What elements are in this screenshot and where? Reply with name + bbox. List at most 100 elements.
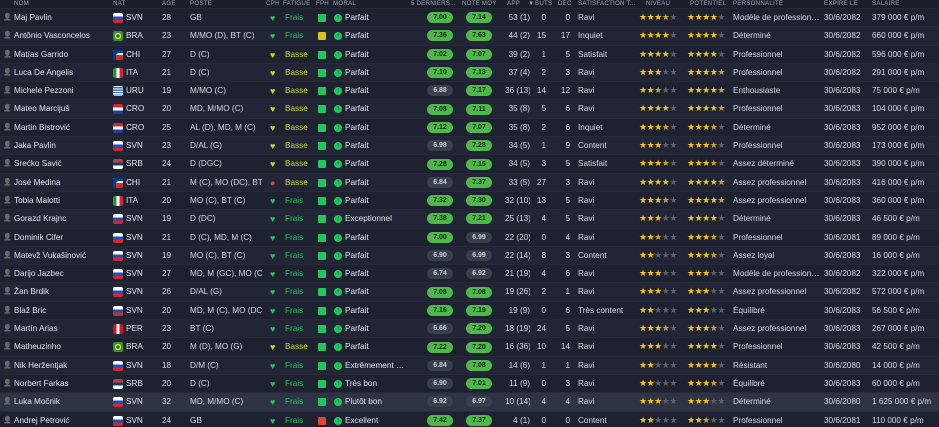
table-row[interactable]: 👤 Srećko Savić SRB 24 D (DGC) ♥ Basse ↑ Parfait 7… — [0, 154, 939, 173]
table-row[interactable]: 👤 Luka Močnik SVN 32 MD, M/MO (C) ♥ Frais ↑ Plut… — [0, 392, 939, 411]
last-5-rating: 7.16 — [427, 304, 453, 316]
age: 19 — [162, 250, 172, 260]
morale: Parfait — [345, 342, 369, 352]
match-fitness-icon — [318, 105, 326, 114]
salary: 379 000 € p/m — [872, 13, 925, 22]
header-buts[interactable]: BUTS — [535, 0, 552, 8]
player-name[interactable]: Antônio Vasconcelos — [14, 27, 109, 44]
header-moral[interactable]: MORAL — [333, 0, 356, 8]
assists: 6 — [565, 269, 570, 279]
header-nat[interactable]: NAT — [113, 0, 126, 8]
table-row[interactable]: 👤José Medina CHI 21 M (C), MO (DC), BT (C) ●… — [0, 172, 939, 191]
team-satisfaction: Ravi — [578, 214, 595, 224]
goals: 0 — [541, 415, 546, 425]
goals: 10 — [536, 342, 546, 352]
player-name[interactable]: Norbert Farkas — [14, 375, 109, 392]
morale-arrow-icon: ↑ — [334, 379, 342, 388]
player-name[interactable]: Maj Pavlin — [14, 9, 109, 26]
player-name[interactable]: Darijo Jazbec — [14, 265, 109, 282]
player-name[interactable]: Martin Bistrović — [14, 119, 109, 136]
header-notemoy[interactable]: NOTE MOY — [462, 0, 497, 8]
goals: 13 — [536, 195, 546, 205]
table-row[interactable]: 👤 Norbert Farkas SRB 20 D (C) ♥ Frais ↑ Très bon… — [0, 373, 939, 393]
table-row[interactable]: 👤 Andrej Petrović SVN 24 GB ♥ Frais ↑ Excellent 7… — [0, 410, 939, 427]
table-row[interactable]: 👤 Žan Brdik SVN 26 D/AL (G) ♥ Frais ↑ Parfait 7.0… — [0, 282, 939, 301]
position: D (C) — [190, 67, 210, 77]
header-satisfaction[interactable]: SATISFACTION T... — [578, 0, 636, 8]
player-name[interactable]: Michele Pezzoni — [14, 82, 109, 99]
table-row[interactable]: 👤 Dominik Cifer SVN 21 D (C), MD, M (C) ♥ Frai… — [0, 227, 939, 246]
table-row[interactable]: 👤 Blaž Bric SVN 20 MD, M (C), MO (DC) ♥ Frais ↑… — [0, 300, 939, 320]
player-name[interactable]: Martín Arias — [14, 320, 109, 337]
header-niveau[interactable]: NIVEAU — [646, 0, 670, 8]
table-row[interactable]: 👤 Jaka Pavlin SVN 23 D/AL (G) ♥ Basse ↑ Parfait 6… — [0, 136, 939, 155]
table-row[interactable]: 👤 Martín Arias PER 23 BT (C) ♥ Frais ↑ Parfait 6.… — [0, 319, 939, 338]
player-name[interactable]: Mateo Marciјuš — [14, 100, 109, 117]
header-poste[interactable]: POSTE — [190, 0, 212, 8]
morale: Plutôt bon — [345, 397, 382, 407]
assists: 9 — [565, 141, 570, 151]
header-name[interactable]: Nom — [14, 0, 29, 8]
contract-expiry: 30/6/2080 — [824, 397, 861, 407]
player-name[interactable]: Matevž Vukašinović — [14, 247, 109, 264]
header-personnalite[interactable]: PERSONNALITÉ — [733, 0, 783, 8]
table-row[interactable]: 👤 Matheuzinho BRA 20 M (D), MO (G) ♥ Basse ↑ Par… — [0, 337, 939, 356]
header-cph[interactable]: CPH — [266, 0, 280, 8]
position: D (DC) — [190, 214, 216, 224]
current-ability-stars: ★★★★★ — [639, 176, 677, 187]
player-name[interactable]: Nik Heržentjak — [14, 357, 109, 374]
morale-arrow-icon: ↑ — [334, 270, 342, 279]
appearances: 25 (13) — [505, 214, 530, 224]
table-row[interactable]: 👤 Martin Bistrović CRO 25 AL (D), MD, M (C) ♥… — [0, 117, 939, 137]
nationality: BRA — [126, 342, 143, 352]
table-row[interactable]: 👤 Mateo Marciјuš CRO 20 MD, M/MO (C) ♥ Basse ↑ P… — [0, 99, 939, 118]
player-name[interactable]: Tobia Malotti — [14, 192, 109, 209]
morale-arrow-icon: ↑ — [334, 123, 342, 132]
player-name[interactable]: Dominik Cifer — [14, 229, 109, 246]
header-dec[interactable]: DÉC — [558, 0, 572, 8]
player-name[interactable]: Matías Garrido — [14, 46, 109, 63]
nationality: SVN — [126, 287, 143, 297]
table-row[interactable]: 👤 Maj Pavlin SVN 28 GB ♥ Frais ↑ Parfait 7.00 7.14… — [0, 8, 939, 27]
player-name[interactable]: Andrej Petrović — [14, 412, 109, 427]
header-fph[interactable]: FPH — [316, 0, 329, 8]
player-name[interactable]: Srećko Savić — [14, 155, 109, 172]
table-row[interactable]: 👤 Luca De Angelis ITA 21 D (C) ♥ Basse ↑ Parfait… — [0, 62, 939, 82]
player-name[interactable]: Luca De Angelis — [14, 64, 109, 81]
table-row[interactable]: 👤 Nik Heržentjak SVN 18 D/M (C) ♥ Frais ↑ Extrêm… — [0, 355, 939, 374]
last-5-rating: 7.00 — [427, 231, 453, 243]
condition-heart-icon: ♥ — [270, 343, 276, 352]
header-age[interactable]: ÂGE — [162, 0, 176, 8]
person-icon: 👤 — [3, 160, 12, 168]
player-name[interactable]: Matheuzinho — [14, 338, 109, 355]
table-row[interactable]: 👤 Matías Garrido CHI 27 D (C) ♥ Basse ↑ Parfait 7… — [0, 44, 939, 63]
table-row[interactable]: 👤 Tobia Malotti ITA 20 MO (C), BT (C) ♥ Frais ↑… — [0, 190, 939, 210]
header-expire[interactable]: EXPIRE LE — [824, 0, 858, 8]
table-row[interactable]: 👤 Antônio Vasconcelos BRA 23 M/MO (D), BT (C… — [0, 26, 939, 45]
table-row[interactable]: 👤 Gorazd Krajnc SVN 19 D (DC) ♥ Frais ↑ Exceptio… — [0, 209, 939, 228]
player-name[interactable]: Blaž Bric — [14, 302, 109, 319]
contract-expiry: 30/6/2082 — [824, 287, 861, 297]
player-name[interactable]: Žan Brdik — [14, 283, 109, 300]
flag-icon — [113, 360, 123, 371]
header-potentiel[interactable]: POTENTIEL — [690, 0, 726, 8]
age: 27 — [162, 269, 172, 279]
last-5-rating: 7.10 — [427, 67, 453, 79]
match-fitness-icon — [318, 50, 326, 59]
goals: 15 — [536, 31, 546, 41]
position: M/MO (D), BT (C) — [190, 31, 255, 41]
table-row[interactable]: 👤 Darijo Jazbec SVN 27 MD, M (GC), MO (C) ♥ Fr… — [0, 264, 939, 283]
player-name[interactable]: Jaka Pavlin — [14, 137, 109, 154]
contract-expiry: 30/6/2081 — [824, 232, 861, 242]
player-name[interactable]: José Medina — [14, 174, 109, 191]
table-row[interactable]: 👤 Michele Pezzoni URU 19 M/MO (C) ♥ Basse ↑ Parf… — [0, 81, 939, 100]
player-name[interactable]: Gorazd Krajnc — [14, 210, 109, 227]
header-salaire[interactable]: SALAIRE — [872, 0, 900, 8]
header-last5[interactable]: 5 DERNIERS... — [411, 0, 456, 8]
header-app[interactable]: APP — [507, 0, 520, 8]
header-fatigue[interactable]: FATIGUE — [283, 0, 310, 8]
table-row[interactable]: 👤 Matevž Vukašinović SVN 19 MO (C), BT (C) ♥ F… — [0, 245, 939, 265]
salary: 952 000 € p/m — [872, 122, 925, 132]
player-name[interactable]: Luka Močnik — [14, 393, 109, 410]
personality: Enthousiaste — [733, 86, 781, 96]
